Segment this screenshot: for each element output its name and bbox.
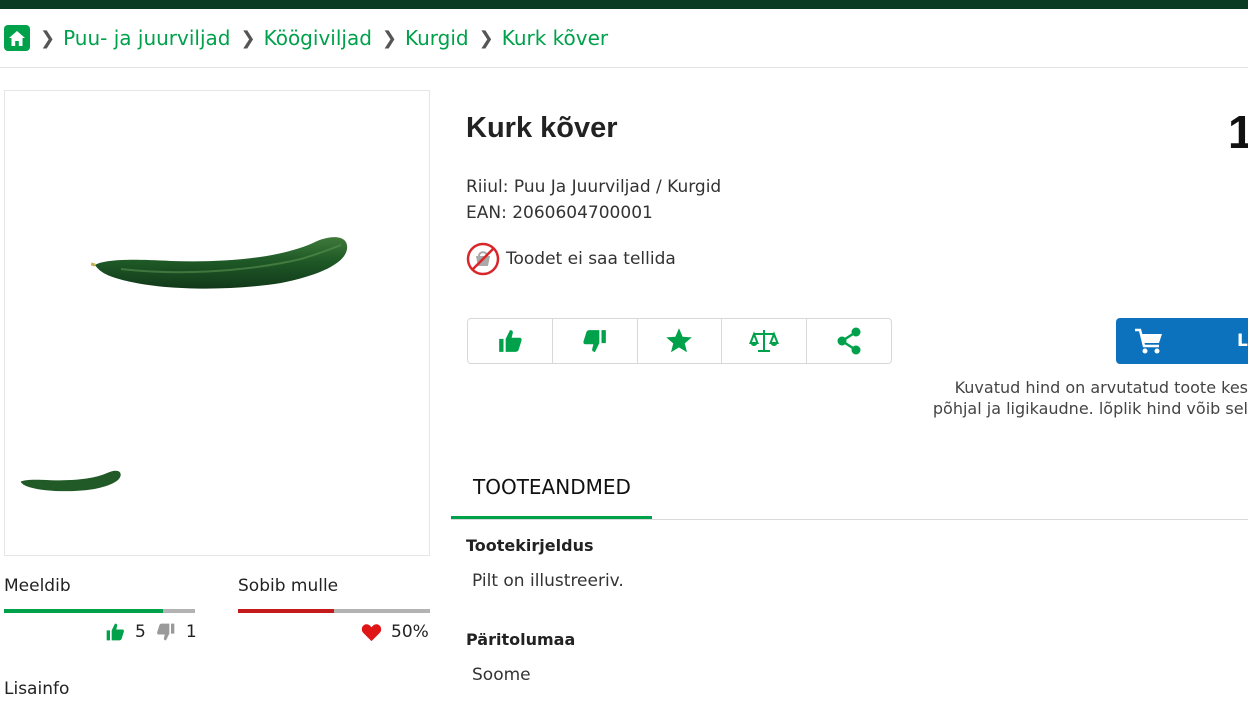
heart-icon bbox=[361, 623, 382, 641]
product-image[interactable] bbox=[91, 229, 353, 297]
scale-icon bbox=[749, 330, 780, 352]
share-button[interactable] bbox=[807, 319, 891, 363]
origin-heading: Päritolumaa bbox=[466, 630, 576, 649]
ean-info: EAN: 2060604700001 bbox=[466, 203, 653, 223]
product-image-gallery bbox=[4, 90, 430, 556]
share-icon bbox=[837, 327, 861, 355]
thumbs-down-icon bbox=[583, 330, 606, 352]
product-thumbnail[interactable] bbox=[19, 467, 123, 495]
no-order-icon bbox=[466, 242, 500, 276]
like-button[interactable] bbox=[468, 319, 553, 363]
up-count: 5 bbox=[135, 622, 146, 642]
description-heading: Tootekirjeldus bbox=[466, 536, 594, 555]
breadcrumb-item-koogiviljad[interactable]: Köögiviljad bbox=[264, 26, 372, 50]
unavailable-text: Toodet ei saa tellida bbox=[506, 249, 676, 269]
breadcrumb-item-current[interactable]: Kurk kõver bbox=[502, 26, 608, 50]
price-disclaimer: Kuvatud hind on arvutatud toote kes põhj… bbox=[908, 377, 1248, 419]
suits-label: Sobib mulle bbox=[238, 576, 339, 596]
likes-label: Meeldib bbox=[4, 576, 71, 596]
unavailable-notice: Toodet ei saa tellida bbox=[466, 242, 676, 276]
star-icon bbox=[666, 328, 693, 353]
chevron-right-icon: ❯ bbox=[381, 27, 397, 49]
top-bar bbox=[0, 0, 1248, 9]
description-text: Pilt on illustreeriv. bbox=[472, 571, 624, 591]
breadcrumb-item-puu-ja-juurviljad[interactable]: Puu- ja juurviljad bbox=[63, 26, 230, 50]
extra-info-heading: Lisainfo bbox=[4, 679, 70, 699]
cart-icon bbox=[1135, 328, 1162, 354]
tab-product-details[interactable]: TOOTEANDMED bbox=[473, 475, 631, 499]
likes-bar bbox=[4, 609, 195, 613]
disclaimer-line-2: põhjal ja ligikaudne. lõplik hind võib s… bbox=[932, 399, 1248, 418]
origin-text: Soome bbox=[472, 665, 531, 685]
suits-rating: 50% bbox=[361, 622, 429, 642]
breadcrumb: ❯ Puu- ja juurviljad ❯ Köögiviljad ❯ Kur… bbox=[4, 22, 608, 54]
suits-percent: 50% bbox=[391, 622, 429, 642]
product-title: Kurk kõver bbox=[466, 112, 618, 144]
breadcrumb-item-kurgid[interactable]: Kurgid bbox=[405, 26, 469, 50]
shelf-info: Riiul: Puu Ja Juurviljad / Kurgid bbox=[466, 177, 722, 197]
vote-counts: 5 1 bbox=[105, 622, 197, 642]
compare-button[interactable] bbox=[722, 319, 808, 363]
disclaimer-line-1: Kuvatud hind on arvutatud toote kes bbox=[954, 378, 1248, 397]
thumbs-down-icon bbox=[156, 623, 175, 641]
down-count: 1 bbox=[185, 622, 197, 642]
tab-divider bbox=[451, 519, 1248, 520]
add-to-cart-button[interactable]: Li bbox=[1116, 318, 1248, 364]
add-to-cart-label: Li bbox=[1237, 331, 1248, 351]
chevron-right-icon: ❯ bbox=[40, 27, 56, 49]
product-action-bar bbox=[467, 318, 892, 364]
dislike-button[interactable] bbox=[553, 319, 638, 363]
thumbs-up-icon bbox=[106, 623, 124, 641]
header-divider bbox=[0, 67, 1248, 68]
thumbs-up-icon bbox=[499, 330, 522, 352]
home-icon[interactable] bbox=[4, 25, 30, 51]
chevron-right-icon: ❯ bbox=[240, 27, 256, 49]
suits-bar bbox=[238, 609, 430, 613]
favorite-button[interactable] bbox=[638, 319, 723, 363]
chevron-right-icon: ❯ bbox=[478, 27, 494, 49]
product-price: 1 bbox=[1228, 106, 1248, 158]
